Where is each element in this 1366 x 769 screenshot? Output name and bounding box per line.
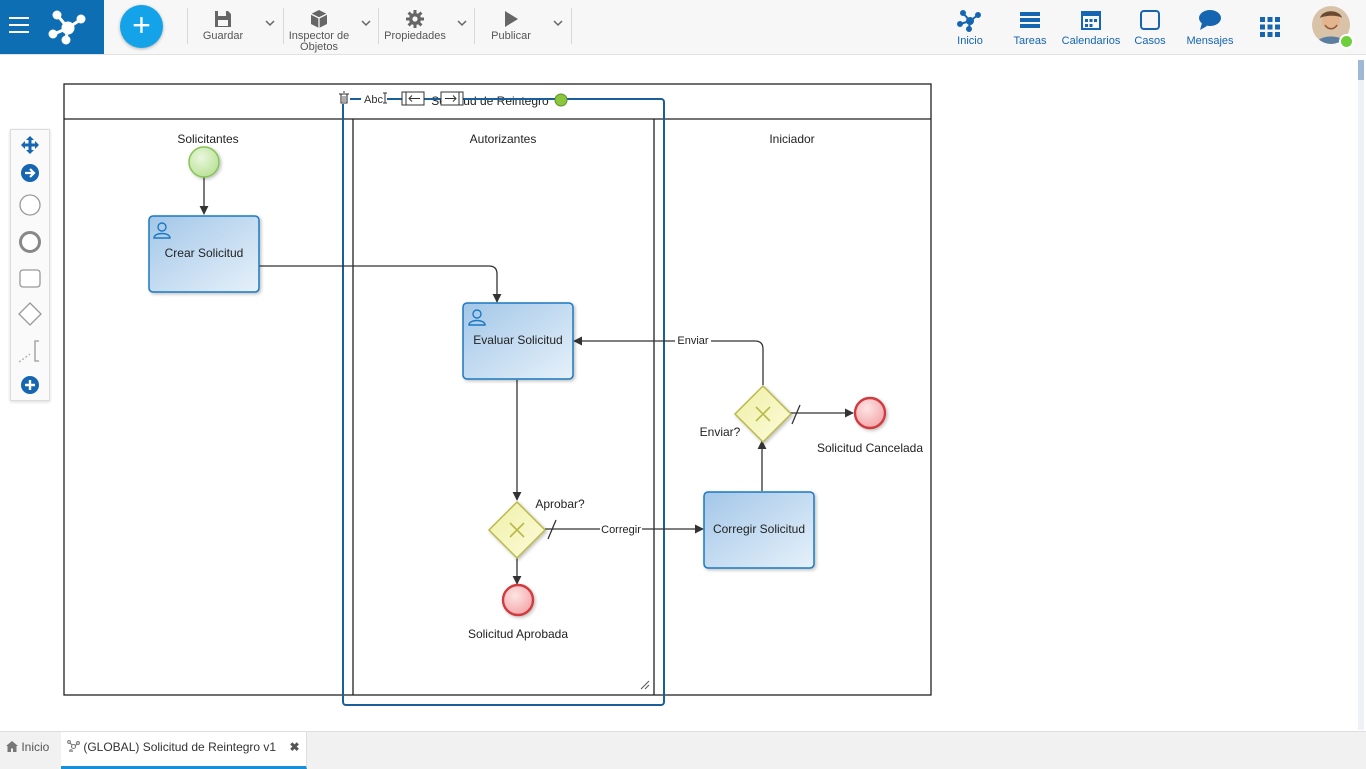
new-button[interactable]: +	[120, 5, 163, 48]
edit-label-tool[interactable]: Abc	[364, 94, 383, 106]
properties-label: Propiedades	[384, 30, 446, 42]
nav-calendars[interactable]: Calendarios	[1060, 6, 1122, 50]
add-lane-left-icon[interactable]	[401, 91, 425, 106]
nav-messages[interactable]: Mensajes	[1184, 6, 1236, 50]
cube-icon	[310, 10, 328, 28]
more-shapes-tool[interactable]	[15, 370, 45, 400]
flow-label-send: Enviar	[677, 335, 709, 347]
task-create-request[interactable]: Crear Solicitud	[148, 215, 260, 293]
bottom-tab-bar: Inicio (GLOBAL) Solicitud de Reintegro v…	[0, 731, 1366, 769]
move-tool[interactable]	[15, 130, 45, 160]
scrollbar-thumb[interactable]	[1358, 60, 1364, 80]
gateway-tool[interactable]	[15, 299, 45, 329]
chevron-down-icon[interactable]	[359, 16, 373, 30]
online-status-badge	[1339, 34, 1354, 49]
save-button[interactable]: Guardar	[196, 6, 250, 50]
gear-icon	[406, 10, 424, 28]
annotation-tool[interactable]	[15, 336, 45, 366]
cases-icon	[1140, 10, 1160, 30]
save-label: Guardar	[202, 30, 244, 42]
end-event-cancelled[interactable]	[853, 396, 887, 430]
toolbar-separator	[378, 8, 379, 44]
brand-area	[0, 0, 104, 54]
nav-cases-label: Casos	[1134, 35, 1166, 47]
app-logo-icon[interactable]	[46, 6, 90, 48]
diamond-icon	[18, 302, 42, 326]
task-evaluate-request[interactable]: Evaluar Solicitud	[462, 302, 574, 380]
gateway-label-approve: Aprobar?	[535, 497, 585, 511]
toolbar-separator	[187, 8, 188, 44]
nav-home[interactable]: Inicio	[950, 6, 990, 50]
nav-cases[interactable]: Casos	[1130, 6, 1170, 50]
save-icon	[215, 11, 231, 27]
vertical-scrollbar[interactable]	[1358, 60, 1364, 730]
lane-iniciador[interactable]: Iniciador	[769, 132, 814, 146]
home-icon	[6, 741, 18, 752]
chevron-down-icon[interactable]	[455, 16, 469, 30]
connector-tool[interactable]	[15, 158, 45, 188]
add-lane-right-icon[interactable]	[440, 91, 464, 106]
trash-icon[interactable]	[338, 91, 350, 104]
pool[interactable]: Solicitud de Reintegro	[63, 83, 932, 696]
start-event[interactable]	[188, 146, 220, 178]
plus-circle-icon	[21, 376, 39, 394]
lane-autorizantes[interactable]: Autorizantes	[470, 132, 537, 146]
gateway-label-send: Enviar?	[700, 425, 741, 439]
toolbar-separator	[474, 8, 475, 44]
tab-home-label: Inicio	[21, 740, 50, 754]
tab-process[interactable]: (GLOBAL) Solicitud de Reintegro v1 ✖	[61, 732, 307, 769]
flow-label-correct: Corregir	[601, 524, 641, 536]
diagram-canvas: Solicitud de Reintegro Solicitantes Auto…	[63, 83, 932, 706]
thick-circle-icon	[19, 231, 41, 253]
chevron-down-icon[interactable]	[263, 16, 277, 30]
calendar-icon	[1081, 11, 1101, 30]
lane-label: Iniciador	[769, 132, 814, 146]
end-event-label-cancelled: Solicitud Cancelada	[817, 441, 923, 455]
chat-bubble-icon	[1199, 10, 1221, 30]
process-icon	[957, 10, 981, 32]
lane-status-dot[interactable]	[554, 93, 568, 107]
tab-process-label: (GLOBAL) Solicitud de Reintegro v1	[83, 740, 277, 754]
top-toolbar: + Guardar Inspector de Objetos Propiedad…	[0, 0, 1366, 55]
menu-icon[interactable]	[9, 17, 29, 37]
start-event-tool[interactable]	[15, 190, 45, 220]
toolbar-separator	[283, 8, 284, 44]
end-event-tool[interactable]	[15, 227, 45, 257]
nav-tasks[interactable]: Tareas	[1010, 6, 1050, 50]
rounded-rectangle-icon	[19, 269, 41, 288]
task-tool[interactable]	[15, 264, 45, 294]
task-label: Crear Solicitud	[165, 246, 244, 260]
tab-home[interactable]: Inicio	[0, 732, 55, 766]
lane-solicitantes[interactable]: Solicitantes	[177, 132, 238, 146]
arrow-circle-icon	[21, 164, 39, 182]
end-event-approved[interactable]	[501, 583, 535, 617]
object-inspector-button[interactable]: Inspector de Objetos	[286, 6, 352, 53]
nav-tasks-label: Tareas	[1013, 35, 1047, 47]
end-event-label-approved: Solicitud Aprobada	[468, 627, 568, 641]
annotation-icon	[18, 340, 39, 363]
publish-button[interactable]: Publicar	[484, 6, 538, 50]
toolbar-separator	[571, 8, 572, 44]
nav-messages-label: Mensajes	[1186, 35, 1234, 47]
process-icon	[67, 740, 80, 753]
nav-home-label: Inicio	[957, 35, 983, 47]
shape-palette	[10, 129, 50, 401]
task-correct-request[interactable]: Corregir Solicitud	[703, 491, 815, 569]
inspector-label-line2: Objetos	[300, 41, 338, 53]
properties-button[interactable]: Propiedades	[382, 6, 448, 50]
lane-label: Autorizantes	[470, 132, 537, 146]
circle-icon	[19, 194, 41, 216]
play-icon	[505, 11, 518, 27]
task-label: Corregir Solicitud	[713, 522, 805, 536]
close-icon[interactable]: ✖	[289, 732, 299, 762]
lane-label: Solicitantes	[177, 132, 238, 146]
apps-grid-icon[interactable]	[1259, 16, 1281, 38]
nav-calendars-label: Calendarios	[1061, 35, 1121, 47]
task-label: Evaluar Solicitud	[473, 333, 562, 347]
publish-label: Publicar	[491, 30, 531, 42]
tasks-icon	[1020, 12, 1040, 28]
move-arrows-icon	[21, 136, 39, 154]
chevron-down-icon[interactable]	[551, 16, 565, 30]
